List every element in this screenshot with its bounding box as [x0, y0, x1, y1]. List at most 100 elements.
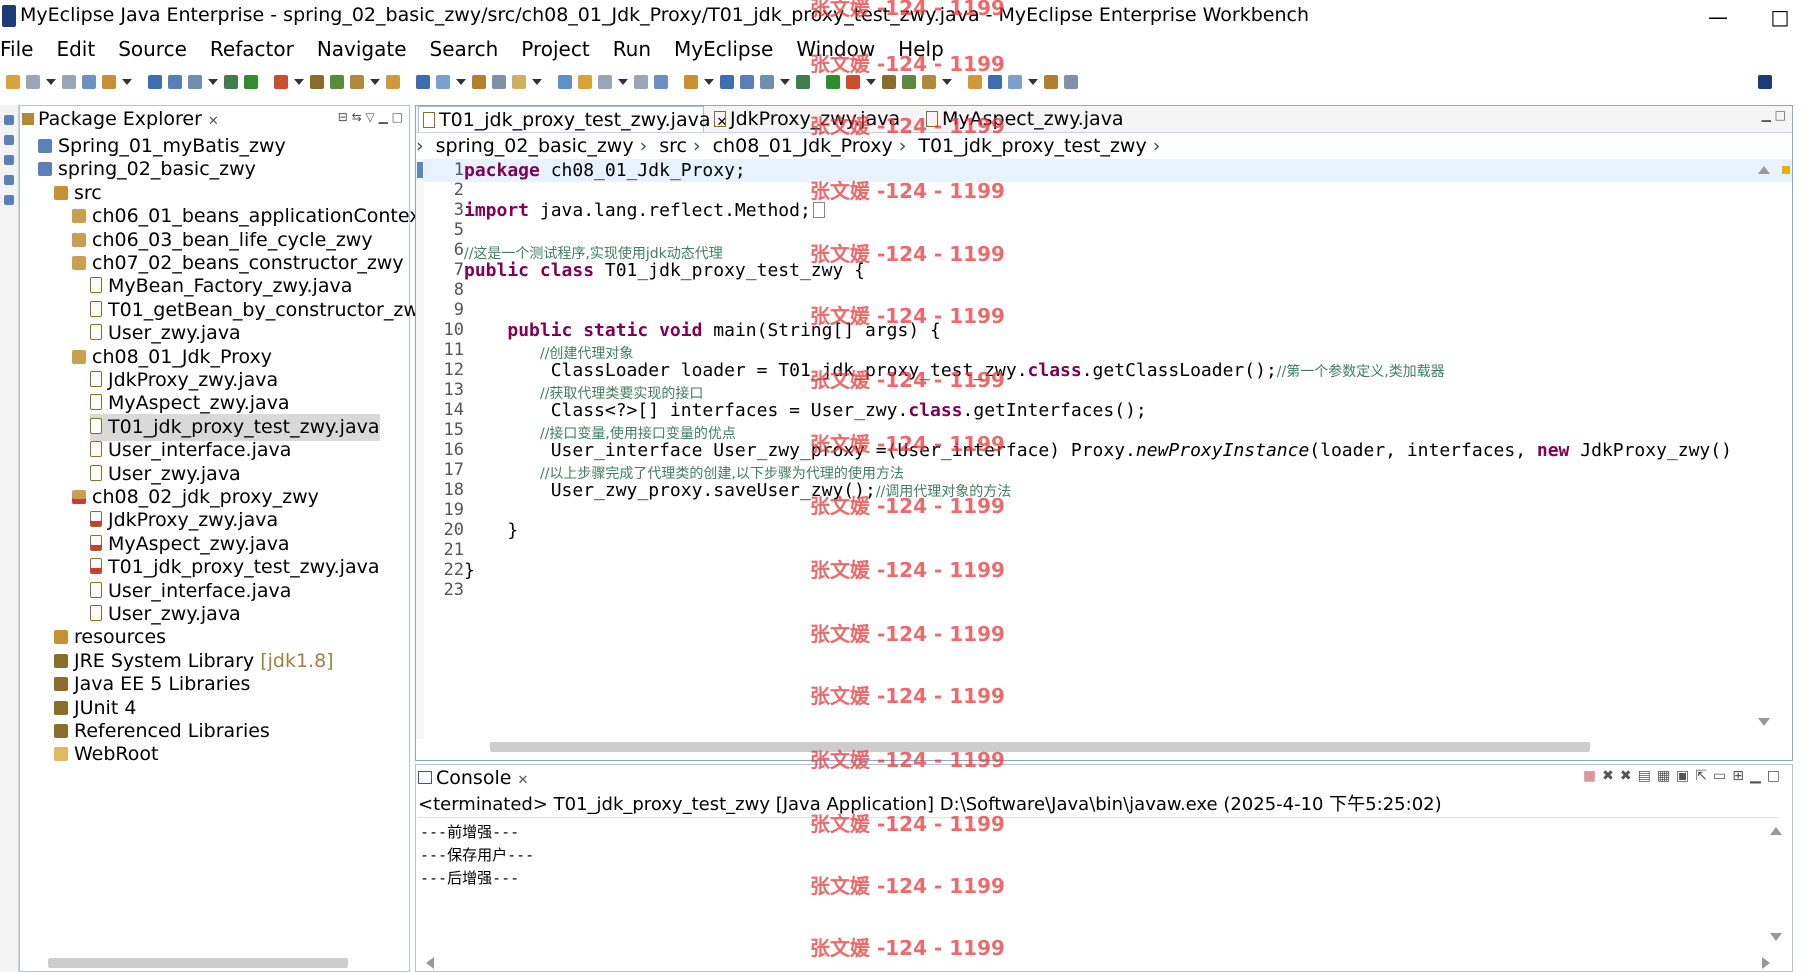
tab-t01-jdk-proxy-test[interactable]: T01_jdk_proxy_test_zwy.java ✕ — [418, 106, 727, 132]
close-icon[interactable]: ✕ — [208, 114, 219, 129]
toolbar-button-icon[interactable] — [882, 75, 896, 89]
toolbar-button-icon[interactable] — [968, 75, 982, 89]
toolbar-button-icon[interactable] — [310, 75, 324, 89]
maximize-button[interactable]: □ — [1752, 0, 1808, 34]
toolbar-button-icon[interactable] — [148, 75, 162, 89]
toolbar-button-icon[interactable] — [26, 75, 40, 89]
toolbar-button-icon[interactable] — [1064, 75, 1078, 89]
menu-myeclipse[interactable]: MyEclipse — [674, 34, 784, 64]
toolbar-button-icon[interactable] — [1008, 75, 1022, 89]
dropdown-arrow-icon[interactable] — [942, 79, 952, 85]
maximize-view-icon[interactable]: □ — [392, 110, 403, 124]
toolbar-button-icon[interactable] — [720, 75, 734, 89]
toolbar-button-icon[interactable] — [684, 75, 698, 89]
minimize-view-icon[interactable]: ▁ — [1750, 768, 1767, 784]
code-area[interactable]: 1 2 3 5 6 7 8 9 10 11 12 13 14 15 16 17 18 19 20 21 22 23 pac… — [416, 159, 1792, 739]
minimize-view-icon[interactable]: ▁ — [1762, 108, 1771, 122]
toolbar-button-icon[interactable] — [826, 75, 840, 89]
scroll-up-arrow-icon[interactable] — [1758, 166, 1770, 174]
dropdown-arrow-icon[interactable] — [370, 79, 380, 85]
terminate-icon[interactable]: ■ — [1583, 768, 1602, 784]
toolbar-button-icon[interactable] — [1044, 75, 1058, 89]
dropdown-arrow-icon[interactable] — [532, 79, 542, 85]
toolbar-button-icon[interactable] — [654, 75, 668, 89]
menu-source[interactable]: Source — [118, 34, 198, 64]
menu-navigate[interactable]: Navigate — [317, 34, 418, 64]
breadcrumb-project[interactable]: spring_02_basic_zwy — [436, 135, 634, 157]
toolbar-button-icon[interactable] — [598, 75, 612, 89]
view-icon[interactable] — [4, 115, 14, 125]
menu-search[interactable]: Search — [430, 34, 510, 64]
dropdown-arrow-icon[interactable] — [866, 79, 876, 85]
toolbar-button-icon[interactable] — [274, 75, 288, 89]
scroll-down-arrow-icon[interactable] — [1758, 718, 1770, 726]
remove-all-icon[interactable]: ✖ — [1620, 768, 1638, 784]
view-icon[interactable] — [4, 135, 14, 145]
toolbar-button-icon[interactable] — [168, 75, 182, 89]
scroll-up-arrow-icon[interactable] — [1770, 827, 1782, 835]
dropdown-arrow-icon[interactable] — [780, 79, 790, 85]
dropdown-arrow-icon[interactable] — [456, 79, 466, 85]
maximize-view-icon[interactable]: □ — [1775, 108, 1786, 122]
scroll-left-arrow-icon[interactable] — [426, 957, 434, 969]
toolbar-button-icon[interactable] — [6, 75, 20, 89]
toolbar-button-icon[interactable] — [350, 75, 364, 89]
toolbar-button-icon[interactable] — [558, 75, 572, 89]
dropdown-arrow-icon[interactable] — [294, 79, 304, 85]
dropdown-arrow-icon[interactable] — [122, 79, 132, 85]
toolbar-button-icon[interactable] — [492, 75, 506, 89]
folded-imports-icon[interactable] — [812, 202, 825, 218]
scroll-right-arrow-icon[interactable] — [1762, 957, 1770, 969]
menu-run[interactable]: Run — [613, 34, 662, 64]
toolbar-button-icon[interactable] — [578, 75, 592, 89]
toolbar-button-icon[interactable] — [512, 75, 526, 89]
toolbar-button-icon[interactable] — [902, 75, 916, 89]
horizontal-scrollbar[interactable] — [490, 742, 1590, 752]
toolbar-button-icon[interactable] — [796, 75, 810, 89]
clear-console-icon[interactable]: ▤ — [1638, 768, 1657, 784]
dropdown-arrow-icon[interactable] — [704, 79, 714, 85]
tab-console[interactable]: Console ✕ — [418, 765, 528, 791]
toolbar-button-icon[interactable] — [922, 75, 936, 89]
collapse-all-icon[interactable]: ⊟ — [338, 110, 348, 124]
toolbar-button-icon[interactable] — [740, 75, 754, 89]
toolbar-button-icon[interactable] — [760, 75, 774, 89]
close-icon[interactable]: ✕ — [517, 773, 528, 788]
view-icon[interactable] — [4, 155, 14, 165]
menu-refactor[interactable]: Refactor — [210, 34, 305, 64]
toolbar-button-icon[interactable] — [330, 75, 344, 89]
view-icon[interactable] — [4, 195, 14, 205]
warning-overview-marker[interactable] — [1782, 166, 1790, 174]
open-console-icon[interactable]: ⊞ — [1732, 768, 1750, 784]
dropdown-arrow-icon[interactable] — [208, 79, 218, 85]
toolbar-button-icon[interactable] — [244, 75, 258, 89]
toolbar-button-icon[interactable] — [988, 75, 1002, 89]
pin-console-icon[interactable]: ⇱ — [1695, 768, 1713, 784]
toolbar-button-icon[interactable] — [386, 75, 400, 89]
tab-package-explorer[interactable]: Package Explorer ✕ — [22, 106, 219, 132]
scroll-down-arrow-icon[interactable] — [1770, 933, 1782, 941]
breadcrumb-src[interactable]: src — [659, 135, 687, 157]
toolbar-button-icon[interactable] — [82, 75, 96, 89]
display-console-icon[interactable]: ▭ — [1713, 768, 1732, 784]
toolbar-button-icon[interactable] — [188, 75, 202, 89]
tree-item[interactable]: WebRoot — [54, 741, 158, 768]
menu-project[interactable]: Project — [521, 34, 600, 64]
maximize-view-icon[interactable]: □ — [1767, 768, 1786, 784]
horizontal-scrollbar[interactable] — [48, 958, 348, 968]
perspective-icon[interactable] — [1758, 75, 1772, 89]
toolbar-button-icon[interactable] — [62, 75, 76, 89]
toolbar-button-icon[interactable] — [436, 75, 450, 89]
minimize-view-icon[interactable]: ▁ — [379, 110, 388, 124]
scroll-lock-icon[interactable]: ▦ — [1657, 768, 1676, 784]
menu-file[interactable]: File — [0, 34, 44, 64]
toolbar-button-icon[interactable] — [102, 75, 116, 89]
menu-edit[interactable]: Edit — [56, 34, 106, 64]
show-on-output-icon[interactable]: ▣ — [1676, 768, 1695, 784]
minimize-button[interactable]: — — [1690, 0, 1746, 34]
remove-launch-icon[interactable]: ✖ — [1602, 768, 1620, 784]
view-menu-icon[interactable]: ▽ — [366, 110, 375, 124]
toolbar-button-icon[interactable] — [224, 75, 238, 89]
view-icon[interactable] — [4, 175, 14, 185]
link-editor-icon[interactable]: ⇆ — [352, 110, 362, 124]
